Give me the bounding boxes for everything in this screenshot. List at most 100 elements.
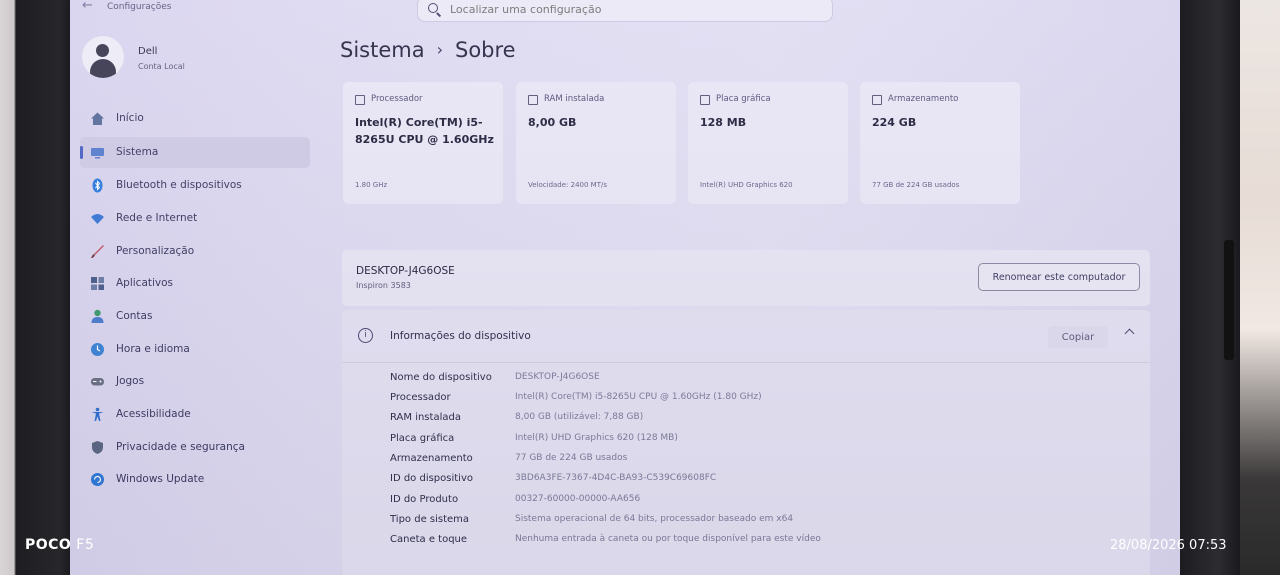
info-value: 00327-60000-00000-AA656 — [515, 494, 641, 504]
user-account-type: Conta Local — [138, 62, 185, 71]
info-key: ID do dispositivo — [390, 473, 473, 484]
laptop-bezel-left — [0, 0, 70, 575]
spec-card-gpu: Placa gráfica 128 MB Intel(R) UHD Graphi… — [688, 82, 848, 204]
info-value: 77 GB de 224 GB usados — [515, 453, 628, 463]
spec-value: 128 MB — [700, 116, 747, 129]
breadcrumb-separator: › — [436, 40, 443, 59]
spec-title: Armazenamento — [888, 94, 959, 104]
info-key: RAM instalada — [390, 412, 461, 423]
sidebar-item-label: Acessibilidade — [116, 408, 191, 420]
computer-model: Inspiron 3583 — [356, 281, 411, 290]
sidebar-item-contas[interactable]: Contas — [80, 301, 310, 332]
breadcrumb-parent[interactable]: Sistema — [340, 38, 425, 62]
info-value: Intel(R) UHD Graphics 620 (128 MB) — [515, 433, 678, 443]
sidebar-item-aplicativos[interactable]: Aplicativos — [80, 268, 310, 299]
info-key: Tipo de sistema — [390, 514, 470, 525]
person-icon — [90, 309, 105, 324]
spec-card-storage: Armazenamento 224 GB 77 GB de 224 GB usa… — [860, 82, 1020, 204]
background-room — [1240, 0, 1280, 575]
info-value: Intel(R) Core(TM) i5-8265U CPU @ 1.60GHz… — [515, 392, 762, 402]
apps-icon — [90, 276, 105, 291]
camera-model: F5 — [76, 537, 95, 553]
sidebar-item-label: Hora e idioma — [116, 343, 190, 355]
sidebar-item-jogos[interactable]: Jogos — [80, 366, 310, 397]
update-icon — [90, 472, 105, 487]
avatar-head — [96, 44, 109, 57]
bluetooth-icon — [90, 178, 105, 193]
sidebar-item-bluetooth[interactable]: Bluetooth e dispositivos — [80, 170, 310, 201]
copy-button[interactable]: Copiar — [1048, 326, 1108, 348]
sidebar-item-windows-update[interactable]: Windows Update — [80, 464, 310, 495]
spec-value: Intel(R) Core(TM) i5-8265U CPU @ 1.60GHz — [355, 116, 494, 146]
info-key: Processador — [390, 392, 451, 403]
spec-card-processor: Processador Intel(R) Core(TM) i5-8265U C… — [343, 82, 503, 204]
sidebar-item-rede[interactable]: Rede e Internet — [80, 203, 310, 234]
ram-icon — [528, 95, 538, 105]
info-key: Caneta e toque — [390, 534, 468, 545]
sidebar-item-label: Início — [116, 112, 144, 124]
spec-title: Placa gráfica — [716, 94, 771, 104]
spec-subtitle: 77 GB de 224 GB usados — [872, 181, 960, 189]
shield-icon — [90, 440, 105, 455]
spec-title: Processador — [371, 94, 423, 104]
settings-window: ← Configurações Dell Conta Local Início … — [70, 0, 1180, 575]
camera-brand: POCO — [25, 537, 72, 553]
avatar-body — [90, 59, 116, 78]
gpu-icon — [700, 95, 710, 105]
camera-watermark-brand: POCO F5 — [25, 537, 94, 553]
sidebar-item-label: Rede e Internet — [116, 212, 198, 224]
accessibility-icon — [90, 407, 105, 422]
camera-watermark-datetime: 28/08/2026 07:53 — [1110, 538, 1227, 553]
sidebar-item-label: Contas — [116, 310, 153, 322]
sidebar-item-privacidade[interactable]: Privacidade e segurança — [80, 432, 310, 463]
sidebar-item-label: Bluetooth e dispositivos — [116, 179, 242, 191]
device-info-title: Informações do dispositivo — [390, 330, 531, 342]
processor-icon — [355, 95, 365, 105]
info-value: DESKTOP-J4G6OSE — [515, 372, 600, 382]
sidebar-item-label: Jogos — [116, 375, 145, 387]
globe-clock-icon — [90, 342, 105, 357]
page-title: Sobre — [455, 38, 516, 62]
info-key: Nome do dispositivo — [390, 372, 492, 383]
spec-value: 224 GB — [872, 116, 917, 129]
rename-computer-button[interactable]: Renomear este computador — [978, 263, 1140, 291]
avatar[interactable] — [82, 36, 124, 78]
storage-icon — [872, 95, 882, 105]
info-value: 3BD6A3FE-7367-4D4C-BA93-C539C69608FC — [515, 473, 717, 483]
sidebar-item-label: Personalização — [116, 245, 195, 257]
home-icon — [90, 111, 105, 126]
spec-value: 8,00 GB — [528, 116, 577, 129]
device-info-panel: i Informações do dispositivo Copiar Nome… — [342, 310, 1150, 575]
search-icon — [428, 3, 438, 13]
sidebar-item-label: Privacidade e segurança — [116, 441, 245, 453]
search-box[interactable] — [417, 0, 833, 22]
chevron-up-icon[interactable] — [1124, 328, 1135, 339]
sidebar-item-label: Windows Update — [116, 473, 205, 485]
sidebar-item-inicio[interactable]: Início — [80, 103, 310, 134]
sidebar-item-hora-idioma[interactable]: Hora e idioma — [80, 334, 310, 365]
search-input[interactable] — [450, 3, 810, 16]
spec-title: RAM instalada — [544, 94, 605, 104]
info-icon: i — [358, 328, 373, 343]
sidebar-item-label: Aplicativos — [116, 277, 174, 289]
info-value: 8,00 GB (utilizável: 7,88 GB) — [515, 412, 644, 422]
info-value: Nenhuma entrada à caneta ou por toque di… — [515, 534, 821, 544]
user-name: Dell — [138, 46, 158, 57]
gamepad-icon — [90, 374, 105, 389]
info-key: Armazenamento — [390, 453, 473, 464]
computer-name-card: DESKTOP-J4G6OSE Inspiron 3583 Renomear e… — [342, 250, 1150, 306]
brush-icon — [90, 244, 105, 259]
spec-subtitle: Velocidade: 2400 MT/s — [528, 181, 607, 189]
spec-subtitle: Intel(R) UHD Graphics 620 — [700, 181, 793, 189]
monitor-icon — [90, 145, 105, 160]
sidebar-item-label: Sistema — [116, 146, 159, 158]
wifi-icon — [90, 211, 105, 226]
info-value: Sistema operacional de 64 bits, processa… — [515, 514, 794, 524]
spec-subtitle: 1.80 GHz — [355, 181, 388, 189]
sidebar-item-acessibilidade[interactable]: Acessibilidade — [80, 399, 310, 430]
laptop-hinge — [1224, 240, 1234, 360]
sidebar-item-sistema[interactable]: Sistema — [80, 137, 310, 168]
back-arrow-icon[interactable]: ← — [82, 0, 93, 13]
device-info-header[interactable]: i Informações do dispositivo Copiar — [342, 310, 1150, 363]
sidebar-item-personalizacao[interactable]: Personalização — [80, 236, 310, 267]
